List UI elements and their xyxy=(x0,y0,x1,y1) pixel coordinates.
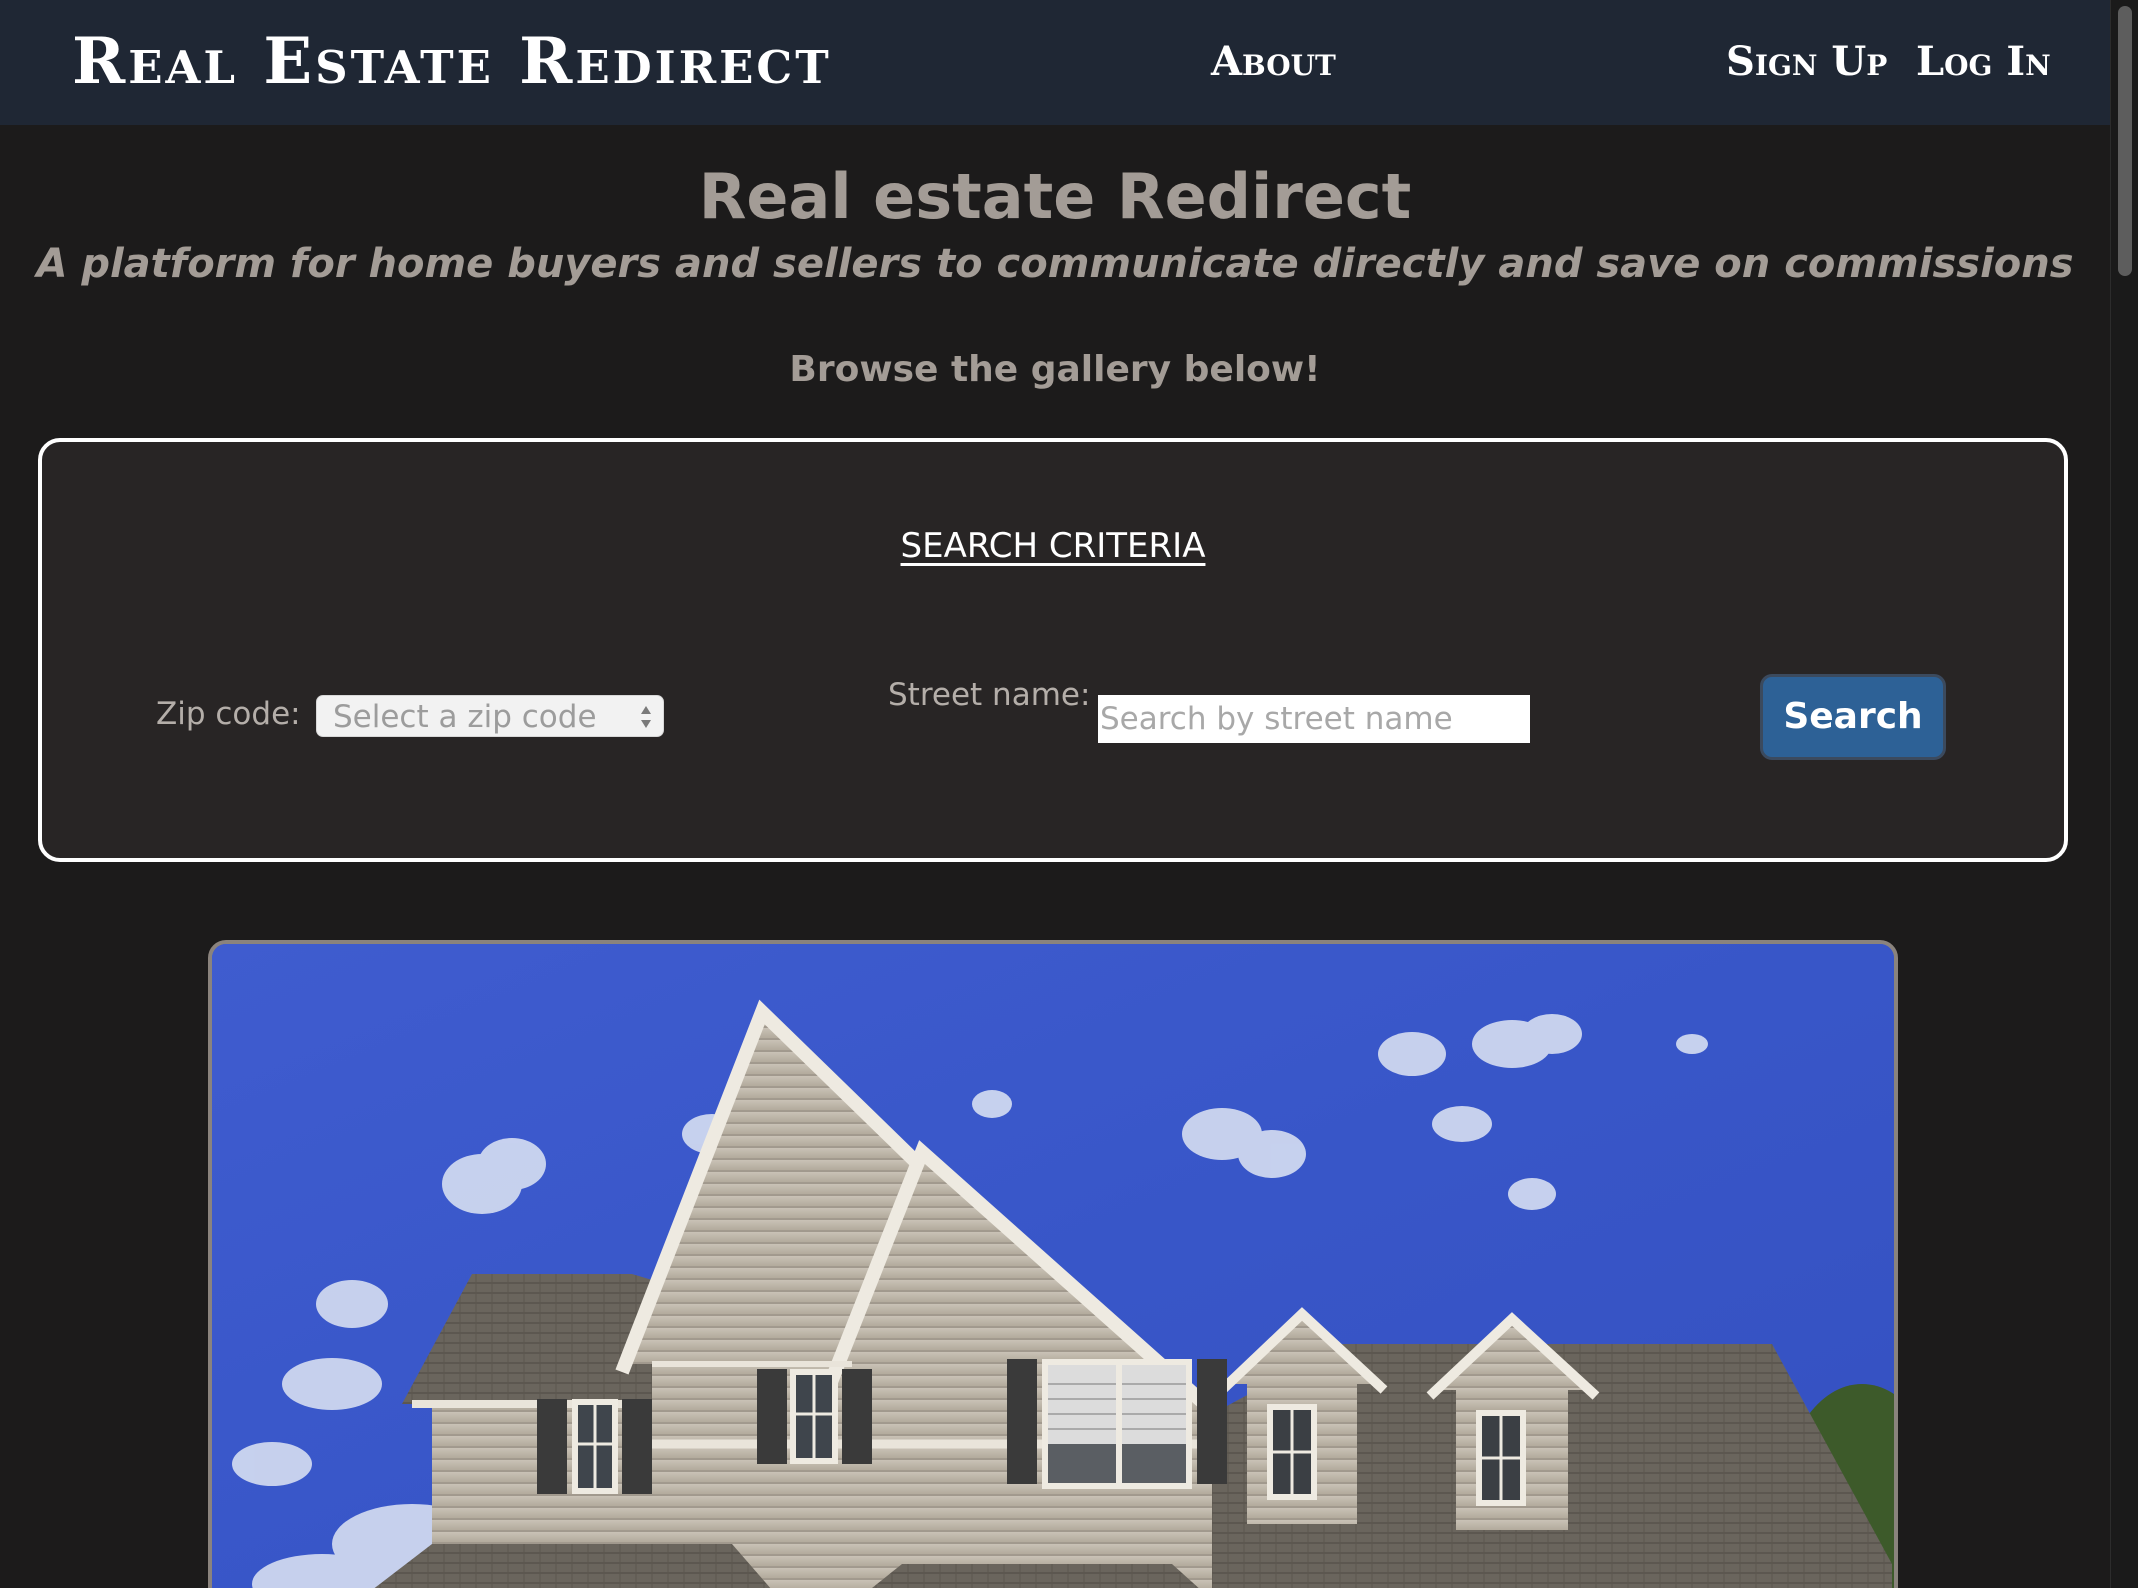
house-photo-icon xyxy=(212,944,1894,1588)
nav-about-link[interactable]: About xyxy=(1211,38,1336,86)
select-arrows-icon xyxy=(639,703,653,731)
zip-code-select[interactable]: Select a zip code xyxy=(316,695,664,737)
page: Real Estate Redirect About Sign Up Log I… xyxy=(0,0,2110,1588)
page-scrollbar[interactable] xyxy=(2110,0,2138,1588)
zip-code-label: Zip code: xyxy=(156,696,301,732)
page-subtitle: A platform for home buyers and sellers t… xyxy=(36,241,2074,287)
nav-sign-up-link[interactable]: Sign Up xyxy=(1726,38,1887,86)
street-name-label: Street name: xyxy=(888,677,1091,713)
search-criteria-heading: SEARCH CRITERIA xyxy=(900,526,1206,566)
search-button[interactable]: Search xyxy=(1760,674,1946,760)
browse-gallery-text: Browse the gallery below! xyxy=(789,349,1321,390)
street-name-input[interactable] xyxy=(1098,695,1530,743)
search-criteria-panel: SEARCH CRITERIA Zip code: Select a zip c… xyxy=(38,438,2068,862)
nav-log-in-link[interactable]: Log In xyxy=(1916,38,2051,86)
zip-code-selected-value: Select a zip code xyxy=(333,699,597,735)
page-title: Real estate Redirect xyxy=(698,160,1412,233)
navbar: Real Estate Redirect About Sign Up Log I… xyxy=(0,0,2110,125)
scrollbar-thumb[interactable] xyxy=(2118,6,2132,276)
gallery-item[interactable] xyxy=(208,940,1898,1588)
brand-logo[interactable]: Real Estate Redirect xyxy=(72,26,832,98)
